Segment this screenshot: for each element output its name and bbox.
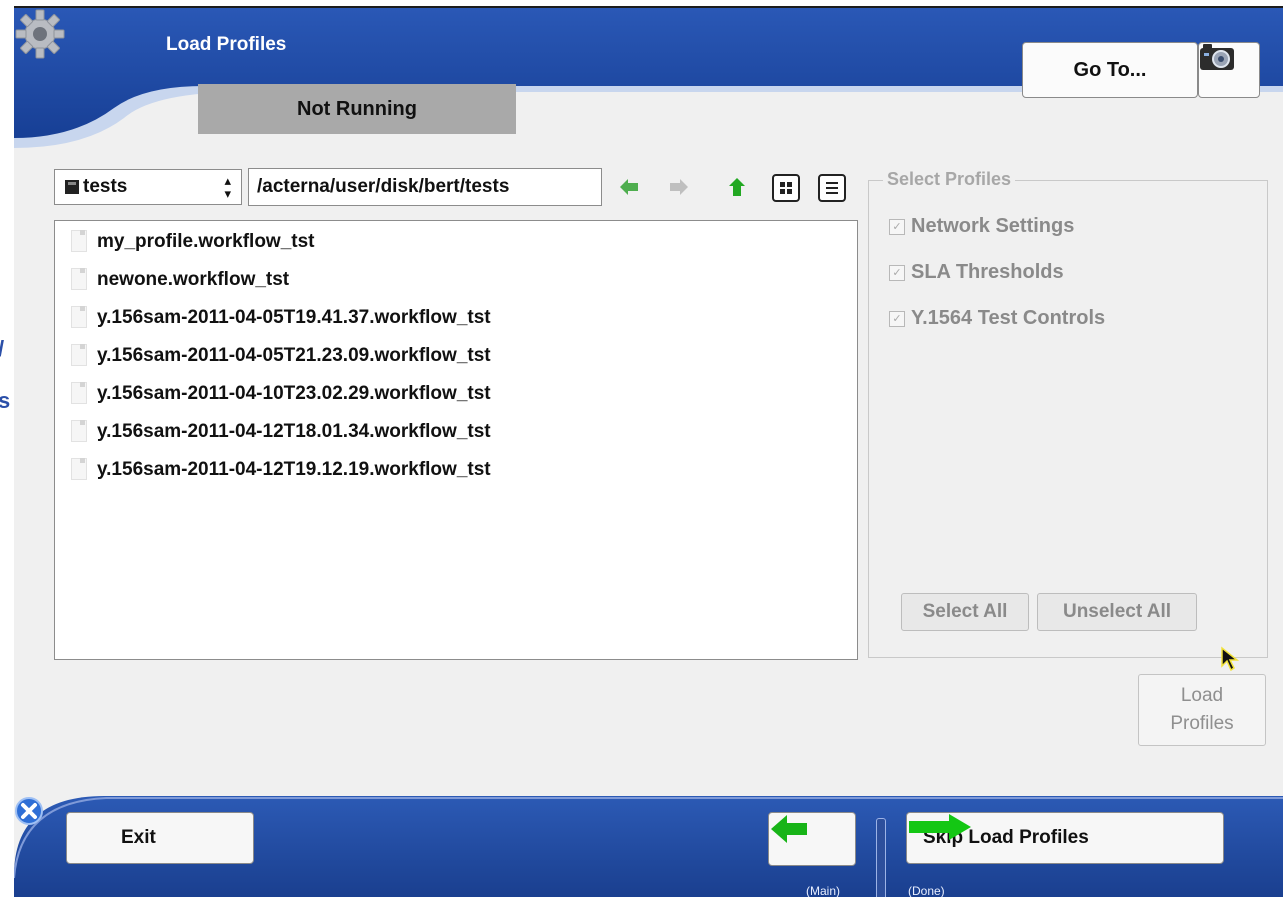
window-top-edge <box>0 0 1283 8</box>
app-window: Load Profiles Not Running Go To... tests… <box>14 8 1283 897</box>
list-item[interactable]: y.156sam-2011-04-05T19.41.37.workflow_ts… <box>67 303 491 333</box>
list-item[interactable]: my_profile.workflow_tst <box>67 227 315 257</box>
file-name: y.156sam-2011-04-12T18.01.34.workflow_ts… <box>97 421 491 442</box>
check-icon: ✓ <box>889 218 905 235</box>
file-icon <box>67 420 91 444</box>
goto-button[interactable]: Go To... <box>1022 42 1198 98</box>
footer-separator <box>876 818 886 897</box>
footer: Exit (Main) Skip Load Profiles (Done) <box>14 796 1283 897</box>
list-item[interactable]: y.156sam-2011-04-12T19.12.19.workflow_ts… <box>67 455 491 485</box>
goto-label: Go To... <box>1073 58 1147 81</box>
file-list[interactable]: my_profile.workflow_tst newone.workflow_… <box>54 220 858 660</box>
status-badge: Not Running <box>198 84 516 134</box>
sla-thresholds-checkbox[interactable]: ✓ SLA Thresholds <box>889 261 1064 284</box>
status-text: Not Running <box>297 97 417 120</box>
select-all-label: Select All <box>922 601 1008 622</box>
drive-label: tests <box>83 176 128 197</box>
list-view-icon[interactable] <box>818 174 846 202</box>
close-icon <box>15 797 43 825</box>
camera-icon <box>1200 44 1234 70</box>
checkbox-label: SLA Thresholds <box>911 261 1064 283</box>
network-settings-checkbox[interactable]: ✓ Network Settings <box>889 215 1074 238</box>
file-name: newone.workflow_tst <box>97 269 290 290</box>
header: Load Profiles Not Running Go To... <box>14 8 1283 148</box>
path-field[interactable]: /acterna/user/disk/bert/tests <box>248 168 602 206</box>
spinner-arrows-icon: ▴ ▾ <box>224 173 231 201</box>
check-icon: ✓ <box>889 264 905 281</box>
back-hint: (Main) <box>806 884 841 897</box>
file-icon <box>67 458 91 482</box>
load-label-line2: Profiles <box>1170 713 1234 734</box>
file-name: y.156sam-2011-04-05T21.23.09.workflow_ts… <box>97 345 491 366</box>
edge-fragment: / <box>0 336 4 362</box>
back-arrow-icon <box>771 815 807 843</box>
unselect-all-label: Unselect All <box>1062 601 1172 622</box>
file-name: y.156sam-2011-04-12T19.12.19.workflow_ts… <box>97 459 491 480</box>
exit-label: Exit <box>121 827 156 848</box>
icon-view-icon[interactable] <box>772 174 800 202</box>
select-all-button[interactable]: Select All <box>901 593 1029 631</box>
drive-select[interactable]: tests ▴ ▾ <box>54 169 242 205</box>
forward-arrow-icon[interactable] <box>668 176 690 198</box>
file-icon <box>67 268 91 292</box>
skip-hint: (Done) <box>908 884 945 897</box>
page-title: Load Profiles <box>166 34 287 55</box>
list-item[interactable]: newone.workflow_tst <box>67 265 289 295</box>
unselect-all-button[interactable]: Unselect All <box>1037 593 1197 631</box>
next-arrow-icon <box>909 814 971 840</box>
file-name: my_profile.workflow_tst <box>97 231 315 252</box>
test-controls-checkbox[interactable]: ✓ Y.1564 Test Controls <box>889 307 1105 330</box>
file-name: y.156sam-2011-04-10T23.02.29.workflow_ts… <box>97 383 491 404</box>
skip-button[interactable]: Skip Load Profiles <box>906 812 1224 864</box>
list-item[interactable]: y.156sam-2011-04-10T23.02.29.workflow_ts… <box>67 379 491 409</box>
gear-icon[interactable] <box>14 8 66 60</box>
select-profiles-group: Select Profiles ✓ Network Settings ✓ SLA T… <box>868 169 1268 658</box>
mouse-pointer-icon <box>1221 646 1240 672</box>
load-label-line1: Load <box>1180 685 1224 706</box>
exit-button[interactable]: Exit <box>66 812 254 864</box>
load-profiles-button[interactable]: Load Profiles <box>1138 674 1266 746</box>
checkbox-label: Network Settings <box>911 215 1075 237</box>
list-item[interactable]: y.156sam-2011-04-05T21.23.09.workflow_ts… <box>67 341 491 371</box>
file-icon <box>67 382 91 406</box>
disk-icon <box>65 180 79 194</box>
group-title: Select Profiles <box>883 169 1016 190</box>
file-icon <box>67 306 91 330</box>
file-icon <box>67 344 91 368</box>
file-icon <box>67 230 91 254</box>
edge-fragment: s <box>0 388 11 413</box>
check-icon: ✓ <box>889 310 905 327</box>
path-text: /acterna/user/disk/bert/tests <box>257 176 510 197</box>
up-arrow-icon[interactable] <box>726 176 748 198</box>
list-item[interactable]: y.156sam-2011-04-12T18.01.34.workflow_ts… <box>67 417 491 447</box>
back-arrow-icon[interactable] <box>618 176 640 198</box>
screenshot-button[interactable] <box>1198 42 1260 98</box>
file-name: y.156sam-2011-04-05T19.41.37.workflow_ts… <box>97 307 491 328</box>
back-button[interactable] <box>768 812 856 866</box>
checkbox-label: Y.1564 Test Controls <box>911 307 1106 329</box>
